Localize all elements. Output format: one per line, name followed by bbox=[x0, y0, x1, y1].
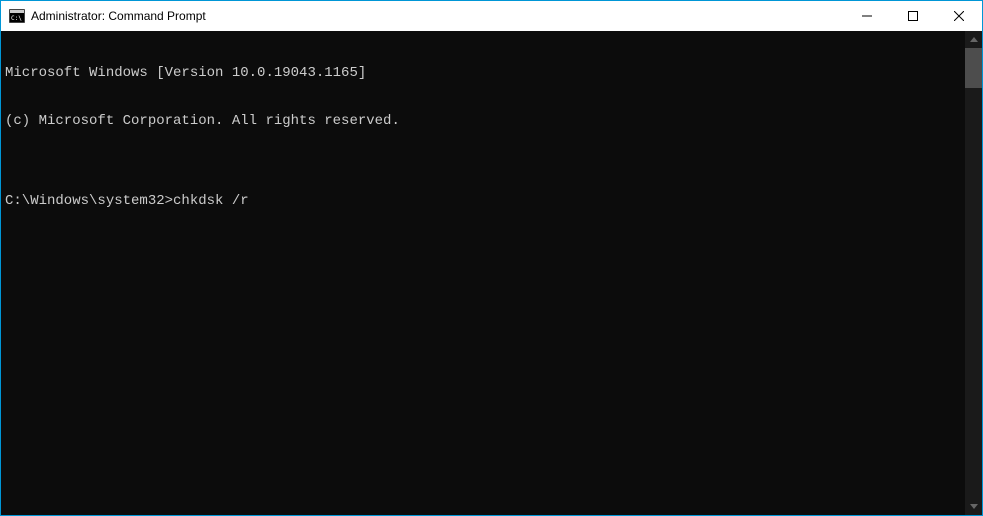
minimize-button[interactable] bbox=[844, 1, 890, 31]
scroll-thumb[interactable] bbox=[965, 48, 982, 88]
terminal[interactable]: Microsoft Windows [Version 10.0.19043.11… bbox=[1, 31, 965, 515]
window-controls bbox=[844, 1, 982, 31]
terminal-command: chkdsk /r bbox=[173, 193, 249, 209]
scroll-down-arrow-icon[interactable] bbox=[965, 498, 982, 515]
vertical-scrollbar[interactable] bbox=[965, 31, 982, 515]
command-prompt-window: C:\ Administrator: Command Prompt Micros… bbox=[0, 0, 983, 516]
svg-text:C:\: C:\ bbox=[11, 15, 22, 22]
terminal-output-line: (c) Microsoft Corporation. All rights re… bbox=[5, 113, 961, 129]
window-title: Administrator: Command Prompt bbox=[31, 9, 206, 23]
scroll-up-arrow-icon[interactable] bbox=[965, 31, 982, 48]
terminal-prompt-line: C:\Windows\system32>chkdsk /r bbox=[5, 193, 961, 209]
terminal-output-line: Microsoft Windows [Version 10.0.19043.11… bbox=[5, 65, 961, 81]
terminal-prompt: C:\Windows\system32> bbox=[5, 193, 173, 209]
scroll-track[interactable] bbox=[965, 48, 982, 498]
titlebar[interactable]: C:\ Administrator: Command Prompt bbox=[1, 1, 982, 31]
cmd-icon: C:\ bbox=[9, 9, 25, 23]
close-button[interactable] bbox=[936, 1, 982, 31]
terminal-area: Microsoft Windows [Version 10.0.19043.11… bbox=[1, 31, 982, 515]
maximize-button[interactable] bbox=[890, 1, 936, 31]
